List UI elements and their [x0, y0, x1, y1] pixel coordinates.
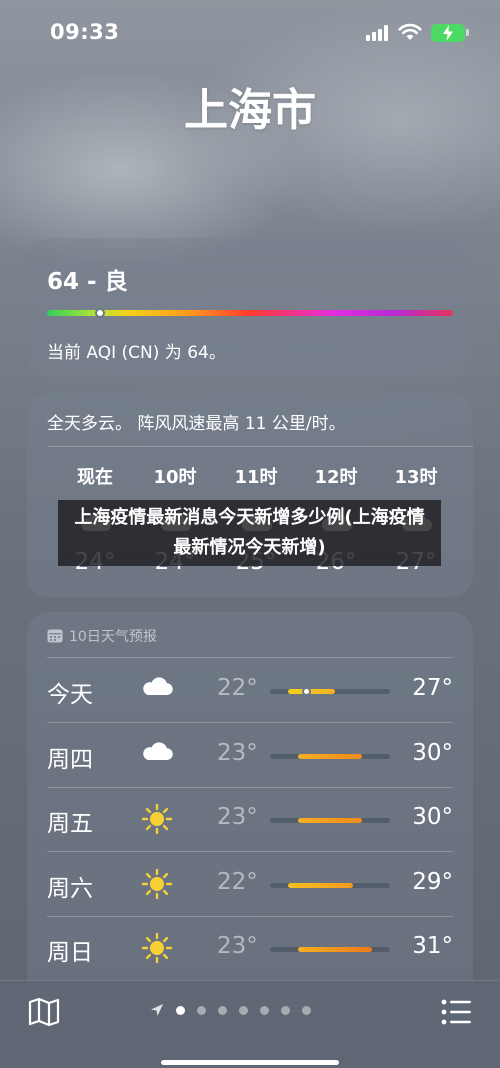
- forecast-high: 30°: [412, 739, 453, 766]
- hour-item: 10时24°: [135, 463, 215, 575]
- sun-icon: [139, 932, 175, 964]
- temp-range-bar: [297, 818, 363, 823]
- forecast-row[interactable]: 周四 23° 30°: [27, 724, 473, 788]
- page-dot[interactable]: [281, 1005, 290, 1015]
- forecast-row[interactable]: 周五 23° 30°: [27, 788, 473, 852]
- cloud-icon: [139, 740, 175, 770]
- hour-label: 12时: [314, 467, 358, 488]
- charging-bolt-icon: [443, 25, 453, 41]
- hour-label: 10时: [153, 467, 197, 488]
- hour-item: 现在24°: [55, 463, 135, 575]
- hour-label: 14: [452, 463, 473, 484]
- forecast-high: 29°: [412, 868, 453, 895]
- hour-label: 13时: [394, 467, 438, 488]
- temp-range-track: [270, 687, 390, 696]
- page-indicator[interactable]: [150, 1003, 311, 1017]
- forecast-row[interactable]: 今天 22° 27°: [27, 659, 473, 723]
- sun-icon: [139, 803, 175, 835]
- temp-range-bar: [297, 947, 372, 952]
- hour-item: 12时26°: [296, 463, 376, 575]
- page-dot[interactable]: [197, 1005, 206, 1015]
- aqi-indicator: [94, 308, 105, 318]
- overlay-caption-banner: 上海疫情最新消息今天新增多少例(上海疫情最新情况今天新增): [58, 500, 441, 566]
- temp-range-track: [270, 753, 390, 759]
- forecast-day: 周日: [47, 940, 93, 966]
- forecast-day: 周六: [47, 875, 93, 902]
- forecast-row[interactable]: 周六 22° 29°: [27, 853, 473, 917]
- aqi-description: 当前 AQI (CN) 为 64。: [47, 343, 226, 363]
- hour-item: 11时25°: [216, 463, 296, 575]
- forecast-low: 23°: [217, 933, 258, 959]
- temp-range-track: [270, 818, 390, 823]
- page-dot[interactable]: [260, 1005, 269, 1015]
- temp-range-bar: [288, 882, 354, 888]
- temp-range-track: [270, 947, 390, 952]
- cellular-signal-icon: [366, 25, 390, 41]
- forecast-low: 22°: [217, 868, 258, 895]
- hour-item: 1427: [452, 463, 473, 484]
- cloud-icon: [139, 675, 175, 705]
- forecast-day: 周五: [47, 811, 93, 837]
- city-name: 上海市: [184, 85, 316, 136]
- map-icon[interactable]: [28, 997, 60, 1027]
- page-dot[interactable]: [176, 1005, 185, 1015]
- forecast-low: 22°: [217, 675, 258, 701]
- forecast-day: 今天: [47, 682, 93, 708]
- forecast-row[interactable]: 周日 23° 31°: [27, 917, 473, 981]
- divider: [47, 657, 453, 658]
- hour-temp: 27: [452, 549, 473, 575]
- wifi-icon: [398, 23, 422, 40]
- temp-range-bar: [297, 753, 363, 759]
- temp-range-bar: [288, 689, 335, 694]
- forecast-header-label: 10日天气预报: [69, 629, 157, 645]
- forecast-header: 10日天气预报: [47, 626, 157, 646]
- status-time: 09:33: [50, 20, 120, 44]
- list-icon[interactable]: [441, 999, 471, 1025]
- bottom-toolbar: [0, 980, 500, 1068]
- sun-icon: [139, 868, 175, 899]
- hour-label: 11时: [234, 467, 278, 488]
- page-dot[interactable]: [239, 1005, 248, 1015]
- temp-range-track: [270, 882, 390, 888]
- forecast-high: 31°: [412, 933, 453, 959]
- home-indicator[interactable]: [161, 1060, 339, 1065]
- forecast-day: 周四: [47, 746, 93, 773]
- page-dot[interactable]: [302, 1005, 311, 1015]
- calendar-icon: [47, 629, 63, 643]
- hourly-forecast-card[interactable]: 全天多云。 阵风风速最高 11 公里/时。 现在24°10时24°11时25°1…: [27, 393, 473, 597]
- hour-item: 13时27°: [376, 463, 456, 575]
- cloud-icon: [472, 511, 473, 533]
- hourly-summary: 全天多云。 阵风风速最高 11 公里/时。: [47, 414, 346, 434]
- forecast-low: 23°: [217, 739, 258, 766]
- hour-label: 现在: [77, 467, 113, 488]
- banner-text: 上海疫情最新消息今天新增多少例(上海疫情最新情况今天新增): [74, 507, 425, 558]
- location-arrow-icon: [151, 1004, 163, 1016]
- forecast-low: 23°: [217, 804, 258, 830]
- forecast-high: 30°: [412, 804, 453, 830]
- aqi-card[interactable]: 64 - 良 当前 AQI (CN) 为 64。: [27, 238, 473, 378]
- status-bar: 09:33: [0, 0, 500, 66]
- page-dot[interactable]: [218, 1005, 227, 1015]
- ten-day-forecast-card[interactable]: 10日天气预报 今天 22° 27° 周四 23° 30° 周五 23° 30° 周六 22° 29°…: [27, 612, 473, 1012]
- current-temp-marker: [302, 687, 312, 696]
- forecast-high: 27°: [412, 675, 453, 701]
- aqi-title: 64 - 良: [47, 269, 128, 295]
- battery-icon: [431, 24, 469, 42]
- aqi-scale-bar: [47, 308, 453, 318]
- divider: [47, 446, 473, 447]
